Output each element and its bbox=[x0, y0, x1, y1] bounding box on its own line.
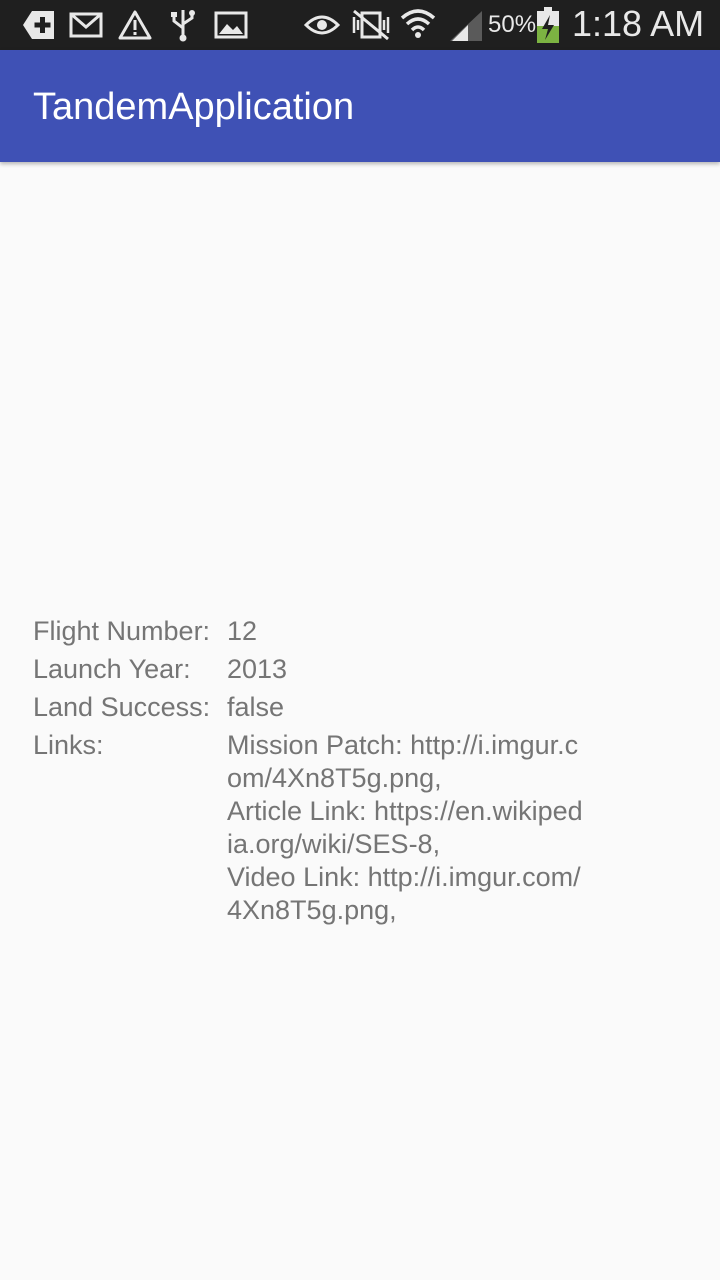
cell-signal-icon bbox=[448, 7, 484, 43]
mute-vibrate-icon bbox=[350, 7, 392, 43]
launch-year-value: 2013 bbox=[227, 654, 288, 684]
eye-icon bbox=[304, 7, 340, 43]
launch-year-row: Launch Year: 2013 bbox=[33, 653, 693, 686]
battery-percent: 50% bbox=[488, 11, 537, 38]
usb-icon bbox=[170, 7, 196, 43]
add-icon bbox=[22, 7, 58, 43]
land-success-row: Land Success: false bbox=[33, 691, 693, 724]
flight-number-label: Flight Number: bbox=[33, 616, 211, 646]
wifi-icon bbox=[400, 7, 436, 43]
video-link[interactable]: Video Link: http://​i.imgur.com/4Xn8T5g.… bbox=[227, 861, 587, 927]
status-bar: 50% 1:18 AM bbox=[0, 0, 720, 50]
flight-details: Flight Number: 12 Launch Year: 2013 Land… bbox=[33, 615, 693, 932]
clock: 1:18 AM bbox=[572, 3, 705, 44]
warning-icon bbox=[118, 7, 152, 43]
mission-patch-link[interactable]: Mission Patch: http://​i.imgur.com/4Xn8T… bbox=[227, 729, 587, 795]
mail-icon bbox=[69, 7, 103, 43]
article-link[interactable]: Article Link: https://​en.wikipedia.org/… bbox=[227, 795, 587, 861]
image-icon bbox=[214, 7, 248, 43]
flight-number-value: 12 bbox=[227, 616, 258, 646]
land-success-value: false bbox=[227, 692, 285, 722]
links-label: Links: bbox=[33, 730, 104, 760]
links-row: Links: Mission Patch: http://​i.imgur.co… bbox=[33, 729, 693, 927]
links-list: Mission Patch: http://​i.imgur.com/4Xn8T… bbox=[227, 729, 693, 927]
battery-charging-icon bbox=[536, 6, 560, 44]
land-success-label: Land Success: bbox=[33, 692, 211, 722]
app-bar: TandemApplication bbox=[0, 50, 720, 162]
app-title: TandemApplication bbox=[33, 86, 355, 128]
flight-number-row: Flight Number: 12 bbox=[33, 615, 693, 648]
launch-year-label: Launch Year: bbox=[33, 654, 191, 684]
